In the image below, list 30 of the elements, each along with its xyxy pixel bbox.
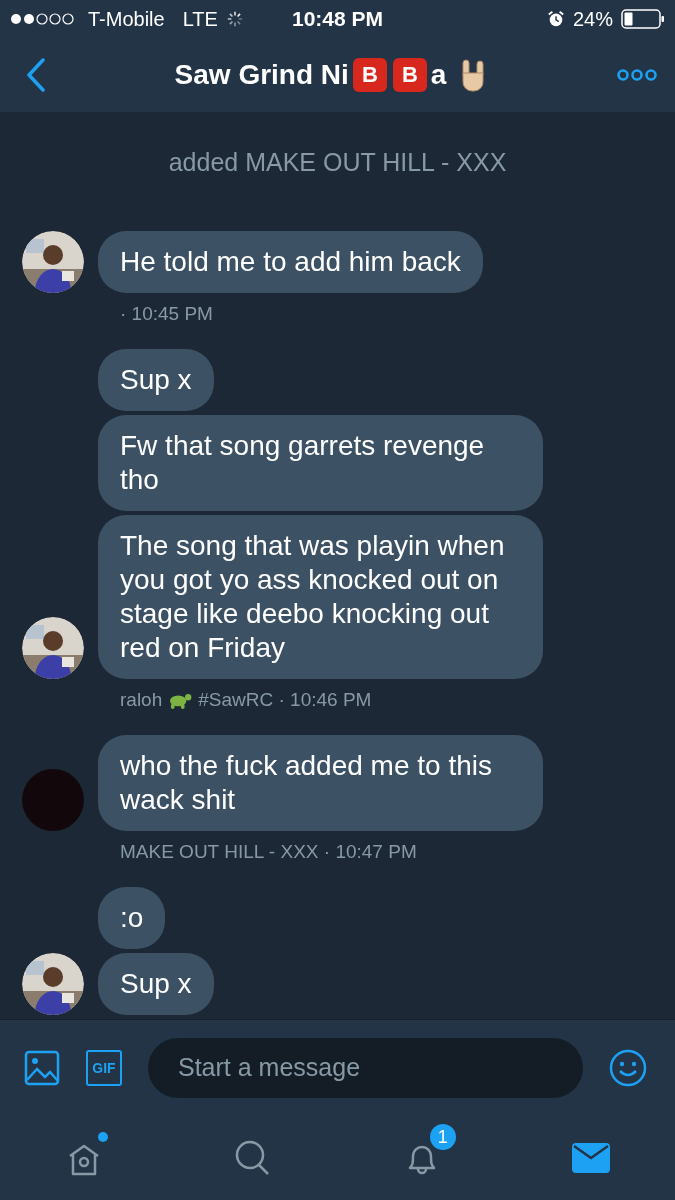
carrier-name: T-Mobile: [88, 7, 165, 31]
loading-spinner-icon: [225, 10, 244, 28]
message-meta: #SawRC · 10:46 PM: [198, 689, 372, 711]
gif-button[interactable]: GIF: [86, 1049, 122, 1086]
system-message: added MAKE OUT HILL - XXX: [167, 148, 508, 177]
alarm-clock-icon: [546, 10, 565, 28]
notification-badge: 1: [429, 1123, 456, 1150]
message-bubble: who the fuck added me to this wack shit: [98, 735, 543, 831]
back-icon[interactable]: [26, 58, 46, 92]
conversation-title: a: [430, 59, 447, 91]
message-meta: · 10:45 PM: [120, 303, 213, 325]
letter-emoji: B: [392, 58, 427, 92]
battery-percentage: 24%: [572, 7, 613, 31]
message-meta: MAKE OUT HILL - XXX · 10:47 PM: [120, 841, 417, 863]
status-time: 10:48 PM: [291, 7, 383, 31]
image-icon[interactable]: [24, 1049, 60, 1086]
emoji-icon[interactable]: [609, 1048, 647, 1087]
more-options-icon[interactable]: [617, 68, 657, 82]
message-meta: raloh: [120, 689, 163, 711]
battery-icon: [621, 9, 665, 29]
message-bubble: Sup x: [98, 953, 214, 1015]
message-bubble: The song that was playin when you got yo ass knocked out on stage like deebo knocking out red on Friday: [98, 515, 543, 679]
letter-emoji: B: [352, 58, 387, 92]
network-type: LTE: [182, 7, 218, 31]
message-input[interactable]: Start a message: [148, 1037, 583, 1098]
conversation-title: Saw Grind Ni: [174, 59, 349, 91]
message-bubble: Fw that song garrets revenge tho: [98, 415, 543, 511]
message-bubble: :o: [98, 887, 166, 949]
message-bubble: Sup x: [98, 349, 214, 411]
message-bubble: He told me to add him back: [98, 231, 483, 293]
